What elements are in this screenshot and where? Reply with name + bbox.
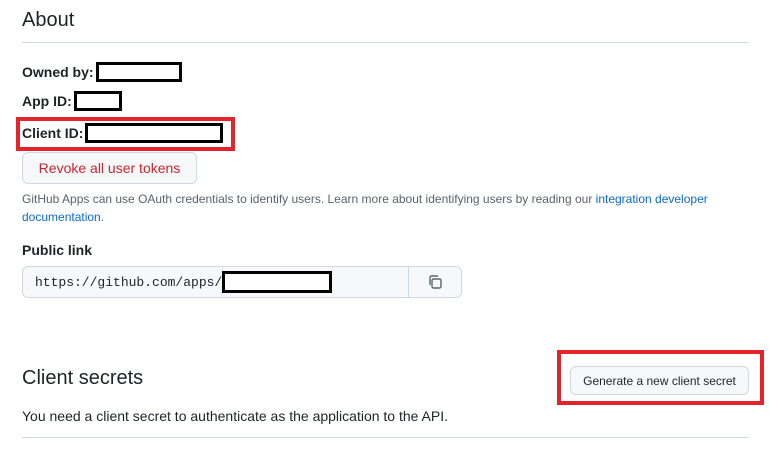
divider [22, 437, 749, 438]
redacted-client-id [85, 123, 224, 143]
revoke-tokens-button[interactable]: Revoke all user tokens [22, 152, 197, 184]
about-heading: About [22, 9, 75, 31]
redacted-app-id [73, 91, 122, 111]
client-secrets-heading: Client secrets [22, 367, 144, 389]
help-text-prefix: GitHub Apps can use OAuth credentials to… [22, 192, 596, 206]
copy-icon [429, 275, 442, 289]
oauth-help-text: GitHub Apps can use OAuth credentials to… [22, 190, 742, 226]
public-link-value: https://github.com/apps/ [35, 274, 223, 290]
client-id-label: Client ID: [22, 125, 84, 141]
owned-by-label: Owned by: [22, 64, 94, 80]
public-link-label: Public link [22, 242, 93, 258]
app-id-row: App ID: [22, 91, 122, 111]
public-link-text[interactable]: https://github.com/apps/ [23, 267, 408, 297]
help-text-suffix: . [100, 210, 105, 224]
redacted-owner [95, 62, 182, 82]
owned-by-row: Owned by: [22, 62, 182, 82]
generate-client-secret-button[interactable]: Generate a new client secret [570, 366, 749, 395]
client-id-row: Client ID: [22, 123, 224, 143]
github-app-settings: About Owned by: App ID: Client ID: Revok… [0, 0, 769, 468]
divider [22, 42, 749, 43]
app-id-label: App ID: [22, 93, 72, 109]
public-link-field[interactable]: https://github.com/apps/ [22, 266, 462, 298]
client-secrets-description: You need a client secret to authenticate… [22, 408, 449, 424]
copy-button[interactable] [408, 267, 461, 297]
redacted-app-slug [222, 271, 333, 293]
